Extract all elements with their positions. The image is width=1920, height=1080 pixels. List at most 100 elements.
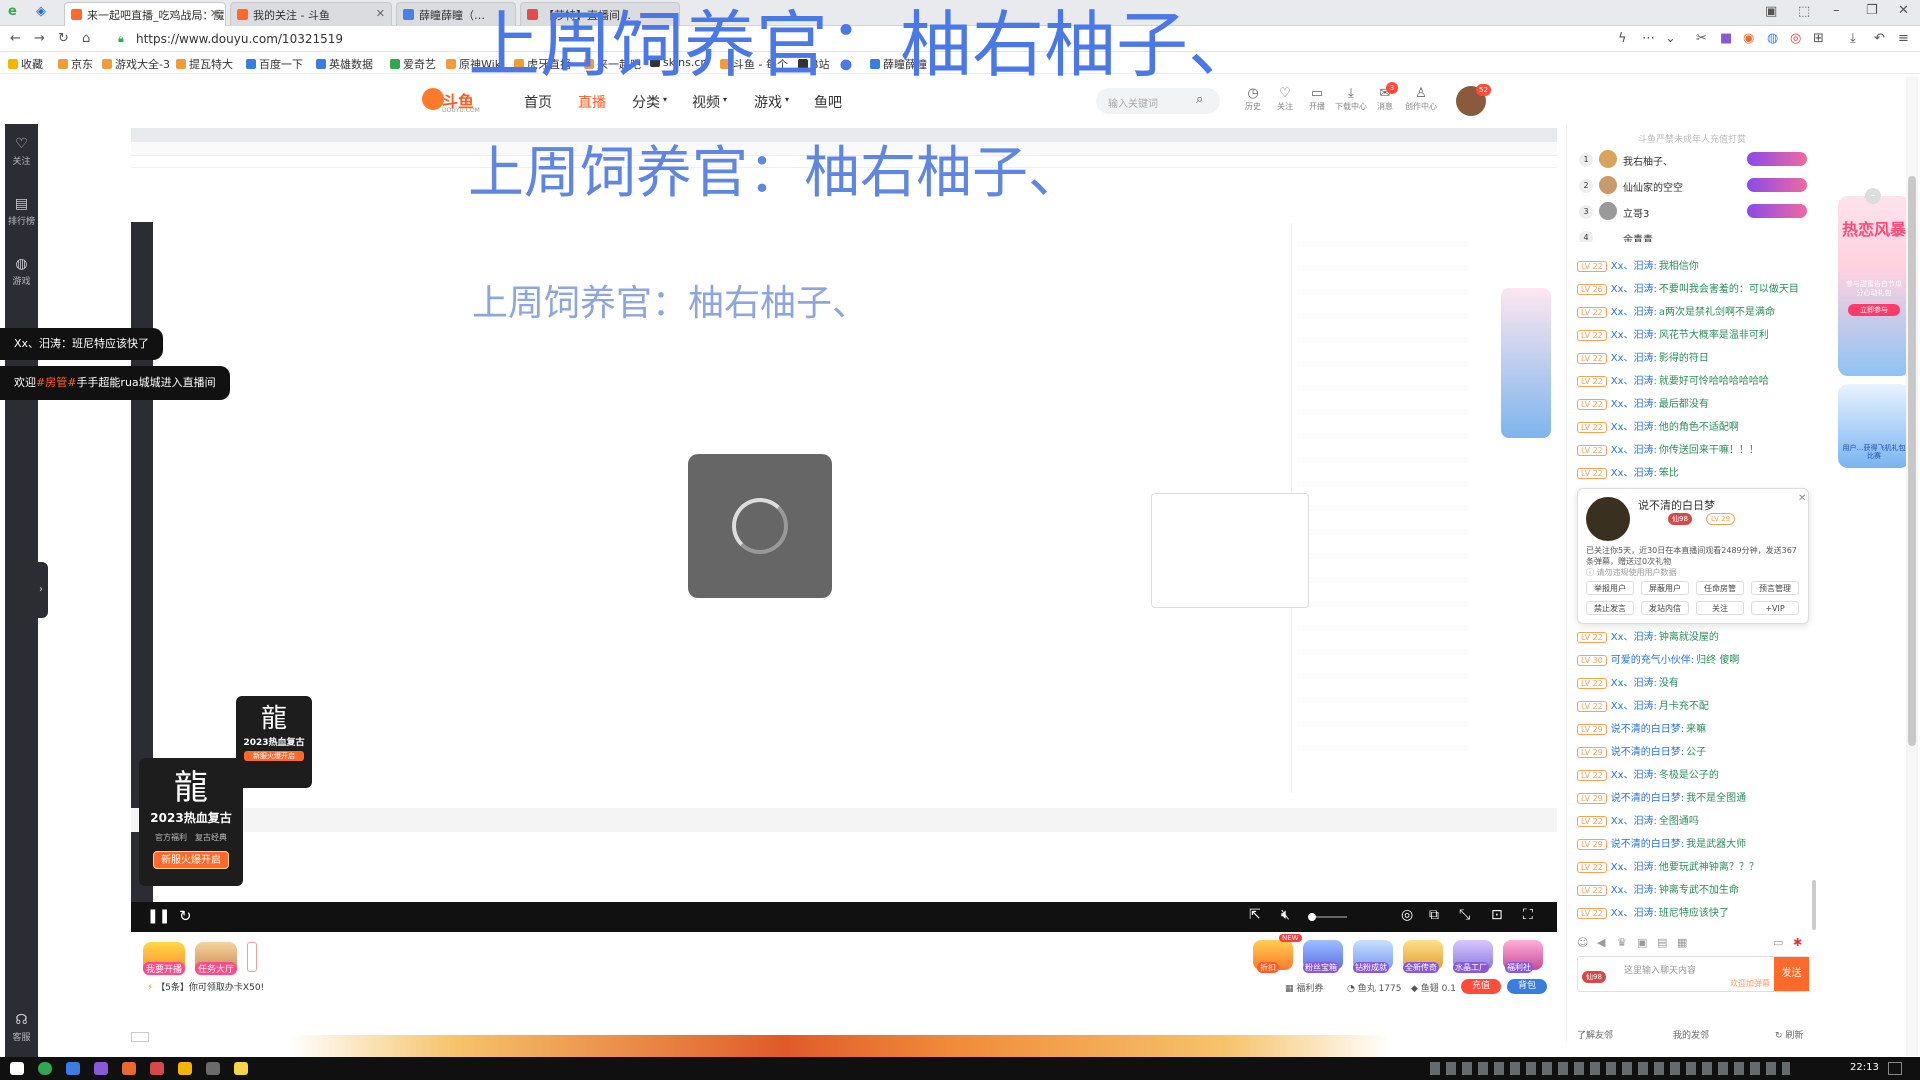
- bookmark-item[interactable]: 京东: [58, 56, 93, 72]
- fan-icon[interactable]: ♛: [1617, 936, 1627, 949]
- sidebar-collapse-handle[interactable]: ›: [34, 562, 48, 618]
- chat-message[interactable]: LV 22 Xx、汨涛: 影得的符日: [1577, 349, 1807, 369]
- chat-message[interactable]: LV 22 Xx、汨涛: 全图通吗: [1577, 812, 1807, 832]
- card-icon[interactable]: ▦: [1677, 936, 1687, 949]
- avatar[interactable]: [1586, 497, 1630, 541]
- chat-message[interactable]: LV 22 Xx、汨涛: 钟离专武不加生命: [1577, 881, 1807, 901]
- douyu-logo[interactable]: 斗鱼 DOUYU.COM: [422, 88, 480, 114]
- report-user-button[interactable]: 举报用户: [1586, 581, 1634, 595]
- appoint-admin-button[interactable]: 任命房管: [1696, 581, 1744, 595]
- close-icon[interactable]: ✕: [376, 7, 385, 20]
- message-user-button[interactable]: 发站内信: [1641, 601, 1689, 615]
- welfare-coupon[interactable]: ▦ 福利券: [1285, 981, 1323, 994]
- chat-message[interactable]: LV 22 Xx、汨涛: 我相信你: [1577, 257, 1807, 277]
- bookmark-item[interactable]: 英雄数据: [316, 56, 373, 72]
- scrollbar-thumb[interactable]: [1908, 176, 1916, 746]
- nav-category[interactable]: 分类: [632, 92, 660, 112]
- chat-message[interactable]: LV 22 Xx、汨涛: 笨比: [1577, 464, 1807, 484]
- download-center-icon[interactable]: ⤓ 下载中心: [1334, 86, 1368, 112]
- window-close-icon[interactable]: ✕: [1898, 3, 1909, 18]
- app-taskbar-icon[interactable]: [150, 1062, 164, 1075]
- broadcast-icon[interactable]: ▭ 开播: [1302, 86, 1332, 112]
- bookmark-item[interactable]: 游戏大全-3: [102, 56, 170, 72]
- app-taskbar-icon[interactable]: [234, 1062, 248, 1075]
- popout-icon[interactable]: ⇱: [1249, 907, 1261, 923]
- promo-banner[interactable]: 热恋风暴 参与甜蜜告白节瓜分心动礼包 立即参与: [1838, 196, 1910, 376]
- about-neighbors-link[interactable]: 了解友邻: [1577, 1028, 1613, 1041]
- app-taskbar-icon[interactable]: [122, 1062, 136, 1075]
- menu-icon[interactable]: ≡: [1898, 31, 1909, 46]
- promo-banner-2[interactable]: 用户…获得飞机礼包 比赛: [1838, 384, 1910, 468]
- sidebar-item-game[interactable]: ◍ 游戏: [5, 256, 38, 287]
- settings-icon[interactable]: ✱: [1793, 936, 1802, 949]
- search-box[interactable]: 输入关键词 ⌕: [1096, 88, 1220, 114]
- pip-icon[interactable]: ⧉: [1429, 907, 1439, 923]
- creator-center-icon[interactable]: ♙ 创作中心: [1404, 86, 1438, 112]
- bookmark-item[interactable]: 提瓦特大: [176, 56, 233, 72]
- bookmark-item[interactable]: 百度一下: [246, 56, 303, 72]
- tab-active[interactable]: 来一起吧直播_吃鸡战局：魔方… ✕: [64, 2, 226, 26]
- my-neighbors-link[interactable]: 我的发邻: [1673, 1028, 1709, 1041]
- event-card-small[interactable]: 龍 2023热血复古 新服火爆开启: [236, 696, 312, 788]
- lightning-icon[interactable]: ϟ: [1618, 31, 1627, 46]
- task-tip[interactable]: ⚡ 【5条】你可领取办卡X50!: [147, 980, 264, 993]
- follow-user-button[interactable]: 关注: [1696, 601, 1744, 615]
- apps-icon[interactable]: ⊞: [1813, 31, 1824, 46]
- search-icon[interactable]: ⌕: [1196, 92, 1203, 107]
- chat-message[interactable]: LV 29 说不清的白日梦: 我是武器大师: [1577, 835, 1807, 855]
- refresh-icon[interactable]: ↻: [179, 907, 192, 925]
- extension-icon[interactable]: ■: [1720, 31, 1732, 46]
- sidebar-item-rank[interactable]: ▤ 排行榜: [5, 196, 38, 227]
- chat-message[interactable]: LV 22 Xx、汨涛: 没有: [1577, 674, 1807, 694]
- browser-extension-icon[interactable]: ◍: [1767, 31, 1778, 46]
- chat-message[interactable]: LV 26 Xx、汨涛: 不要叫我会害羞的：可以做天目: [1577, 280, 1807, 300]
- minimize-icon[interactable]: –: [1833, 3, 1840, 18]
- nav-game[interactable]: 游戏: [754, 92, 782, 112]
- mute-icon[interactable]: 🔇︎: [1281, 907, 1290, 923]
- close-icon[interactable]: ✕: [210, 7, 219, 20]
- event-card[interactable]: 龍 2023热血复古 官方福利 复古经典 新服火爆开启: [139, 758, 243, 886]
- prophecy-admin-button[interactable]: 预言管理: [1751, 581, 1799, 595]
- system-tray-icons[interactable]: [1430, 1062, 1790, 1075]
- fullscreen-icon[interactable]: ⛶: [1523, 907, 1533, 923]
- pause-icon[interactable]: ❚❚: [147, 908, 170, 924]
- tab-follow[interactable]: 我的关注 - 斗鱼 ✕: [230, 2, 392, 26]
- event-open-button[interactable]: 新服火爆开启: [153, 851, 229, 869]
- rank-row[interactable]: 4 余青青: [1577, 228, 1807, 242]
- nav-fishbar[interactable]: 鱼吧: [814, 92, 842, 112]
- app-taskbar-icon[interactable]: [206, 1062, 220, 1075]
- event-open-button[interactable]: 新服火爆开启: [244, 751, 304, 761]
- chat-input[interactable]: 这里输入聊天内容: [1624, 963, 1696, 976]
- chat-scrollbar[interactable]: [1812, 880, 1816, 930]
- vip-button[interactable]: +VIP: [1751, 601, 1799, 615]
- horn-icon[interactable]: ◀: [1597, 936, 1605, 949]
- chat-message[interactable]: LV 29 说不清的白日梦: 我不是全图通: [1577, 789, 1807, 809]
- chat-message[interactable]: LV 22 Xx、汨涛: 你传送回来干嘛！！！: [1577, 441, 1807, 461]
- chat-message[interactable]: LV 22 Xx、汨涛: 他的角色不适配啊: [1577, 418, 1807, 438]
- nav-home[interactable]: 首页: [524, 92, 552, 112]
- color-icon[interactable]: ▣: [1637, 936, 1647, 949]
- undo-icon[interactable]: ↶: [1874, 31, 1885, 46]
- browser-taskbar-icon[interactable]: [38, 1062, 52, 1075]
- mute-user-button[interactable]: 禁止发言: [1586, 601, 1634, 615]
- bookmark-item[interactable]: 爱奇艺: [390, 56, 436, 72]
- recharge-button[interactable]: 充值: [1461, 979, 1501, 994]
- heart-icon[interactable]: ♡ 关注: [1270, 86, 1300, 112]
- chat-message[interactable]: LV 29 说不清的白日梦: 公子: [1577, 743, 1807, 763]
- chat-message[interactable]: LV 29 说不清的白日梦: 来嘛: [1577, 720, 1807, 740]
- url-field[interactable]: https://www.douyu.com/10321519: [136, 32, 343, 46]
- nav-video[interactable]: 视频: [692, 92, 720, 112]
- app-taskbar-icon[interactable]: [66, 1062, 80, 1075]
- chat-message[interactable]: LV 22 Xx、汨涛: 风花节大概率是温非可利: [1577, 326, 1807, 346]
- chat-message[interactable]: LV 22 Xx、汨涛: 钟离就没屋的: [1577, 628, 1807, 648]
- chat-message[interactable]: LV 22 Xx、汨涛: 冬极是公子的: [1577, 766, 1807, 786]
- chat-message[interactable]: LV 22 Xx、汨涛: 月卡充不配: [1577, 697, 1807, 717]
- chat-input-box[interactable]: 仙98 这里输入聊天内容 欢迎加弹幕 发送: [1577, 956, 1809, 992]
- rank-row[interactable]: 1 我右柚子、: [1577, 150, 1807, 174]
- bookmark-item[interactable]: 收藏: [8, 56, 43, 72]
- expand-handle[interactable]: [247, 942, 257, 972]
- backpack-button[interactable]: 背包: [1507, 979, 1547, 994]
- game-icon[interactable]: ◉: [1743, 31, 1754, 46]
- new-year-event-banner[interactable]: [290, 1035, 1390, 1057]
- chat-message[interactable]: LV 22 Xx、汨涛: 班尼特应该快了: [1577, 904, 1807, 924]
